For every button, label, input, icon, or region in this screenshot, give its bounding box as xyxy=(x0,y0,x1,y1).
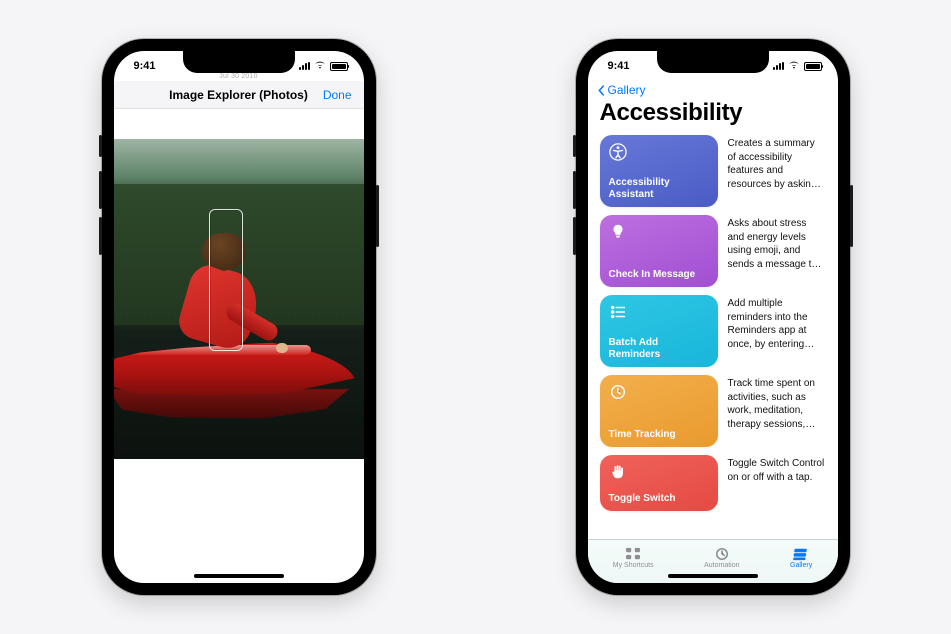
tab-gallery[interactable]: Gallery xyxy=(790,547,812,569)
card-title: Toggle Switch xyxy=(609,493,709,505)
modal-titlebar: Image Explorer (Photos) Done xyxy=(114,81,364,109)
back-button[interactable]: Gallery xyxy=(588,81,838,97)
grid-icon xyxy=(624,547,642,561)
automation-icon xyxy=(713,547,731,561)
list-item[interactable]: Batch Add Reminders Add multiple reminde… xyxy=(600,295,826,367)
list-item[interactable]: Time Tracking Track time spent on activi… xyxy=(600,375,826,447)
card-desc: Asks about stress and energy levels usin… xyxy=(728,215,826,287)
card-batch-add-reminders[interactable]: Batch Add Reminders xyxy=(600,295,718,367)
lightbulb-icon xyxy=(609,223,627,241)
card-title: Accessibility Assistant xyxy=(609,177,709,200)
card-time-tracking[interactable]: Time Tracking xyxy=(600,375,718,447)
hand-icon xyxy=(609,463,627,481)
status-indicators xyxy=(299,60,348,73)
card-title: Check In Message xyxy=(609,269,709,281)
home-indicator[interactable] xyxy=(194,574,284,578)
modal-title: Image Explorer (Photos) xyxy=(169,88,308,102)
card-title: Time Tracking xyxy=(609,429,709,441)
wifi-icon xyxy=(314,60,326,73)
accessibility-icon xyxy=(609,143,627,161)
list-icon xyxy=(609,303,627,321)
card-desc: Track time spent on activities, such as … xyxy=(728,375,826,447)
list-item[interactable]: Accessibility Assistant Creates a summar… xyxy=(600,135,826,207)
tab-my-shortcuts[interactable]: My Shortcuts xyxy=(613,547,654,569)
back-label: Gallery xyxy=(608,83,646,97)
phone-left: 9:41 Jul 30 2010 Image Explorer (Photos)… xyxy=(102,39,376,595)
cellular-icon xyxy=(299,62,310,70)
cellular-icon xyxy=(773,62,784,70)
photo-viewport[interactable] xyxy=(114,139,364,459)
focus-rectangle[interactable] xyxy=(209,209,243,351)
shortcut-list[interactable]: Accessibility Assistant Creates a summar… xyxy=(588,135,838,539)
card-toggle-switch[interactable]: Toggle Switch xyxy=(600,455,718,511)
status-indicators xyxy=(773,60,822,73)
page-title: Accessibility xyxy=(588,97,838,135)
notch xyxy=(657,51,769,73)
battery-icon xyxy=(804,62,822,71)
card-accessibility-assistant[interactable]: Accessibility Assistant xyxy=(600,135,718,207)
wifi-icon xyxy=(788,60,800,73)
card-desc: Toggle Switch Control on or off with a t… xyxy=(728,455,826,511)
card-title: Batch Add Reminders xyxy=(609,337,709,360)
phone-right: 9:41 Gallery Accessibility Accessibility… xyxy=(576,39,850,595)
card-desc: Creates a summary of accessibility featu… xyxy=(728,135,826,207)
list-item[interactable]: Check In Message Asks about stress and e… xyxy=(600,215,826,287)
tab-label: My Shortcuts xyxy=(613,562,654,569)
card-desc: Add multiple reminders into the Reminder… xyxy=(728,295,826,367)
status-time: 9:41 xyxy=(608,60,630,72)
battery-icon xyxy=(330,62,348,71)
notch xyxy=(183,51,295,73)
gallery-icon xyxy=(792,547,810,561)
list-item[interactable]: Toggle Switch Toggle Switch Control on o… xyxy=(600,455,826,511)
status-time: 9:41 xyxy=(134,60,156,72)
card-check-in-message[interactable]: Check In Message xyxy=(600,215,718,287)
home-indicator[interactable] xyxy=(668,574,758,578)
clock-icon xyxy=(609,383,627,401)
tab-automation[interactable]: Automation xyxy=(704,547,739,569)
tab-label: Gallery xyxy=(790,562,812,569)
done-button[interactable]: Done xyxy=(323,88,352,102)
tab-label: Automation xyxy=(704,562,739,569)
